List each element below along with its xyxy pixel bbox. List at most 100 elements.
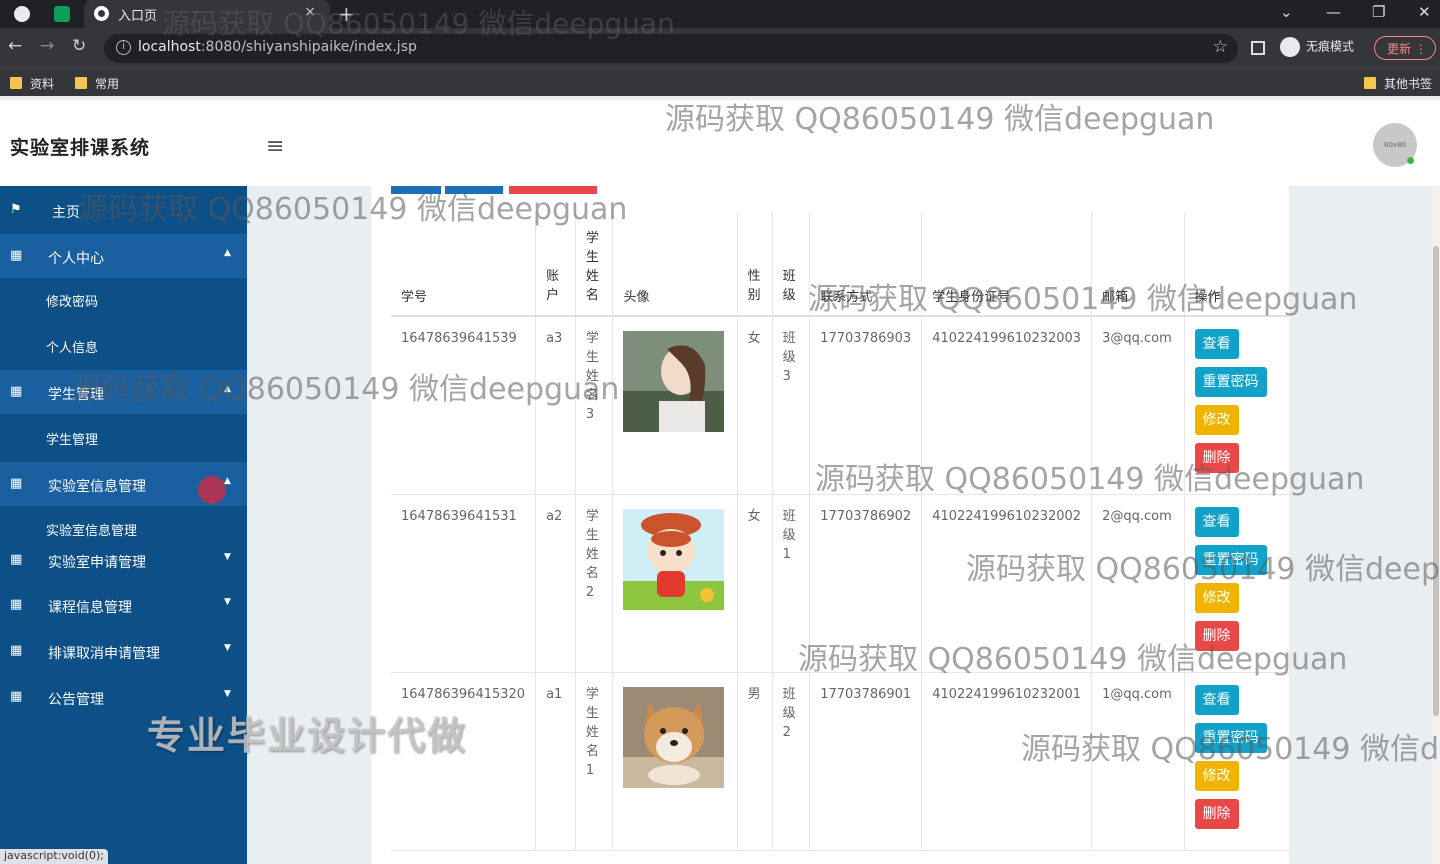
other-bookmarks[interactable]: 其他书签 xyxy=(1364,75,1432,92)
watermark-clip: 源码获取 QQ86050149 微信deepguan xyxy=(1021,724,1440,766)
toolbar-button-edge[interactable] xyxy=(391,186,441,194)
mouse-cursor-highlight xyxy=(198,476,226,504)
sidebar-item-student-management[interactable]: ▦ 学生管理 ▲ xyxy=(0,370,247,414)
active-tab[interactable]: 入口页 × xyxy=(84,0,330,28)
sidebar-item-lab-application[interactable]: ▦ 实验室申请管理 ▼ xyxy=(0,538,247,582)
edit-button[interactable]: 修改 xyxy=(1194,582,1239,613)
sidebar-subitem-change-password[interactable]: 修改密码 xyxy=(0,278,247,322)
cell-student-id: 16478639641539 xyxy=(391,316,537,495)
grid-icon: ▦ xyxy=(10,248,23,263)
forward-icon[interactable]: → xyxy=(40,36,54,56)
student-photo-girl xyxy=(623,331,725,432)
cell-account: a3 xyxy=(535,316,576,495)
cell-phone: 17703786902 xyxy=(809,494,923,673)
tab-close-icon[interactable]: × xyxy=(304,4,316,20)
online-status-dot xyxy=(1407,157,1414,164)
tab-title: 入口页 xyxy=(118,9,158,24)
edit-button[interactable]: 修改 xyxy=(1194,405,1239,435)
sidebar-subitem-student-management[interactable]: 学生管理 xyxy=(0,416,247,460)
cell-phone: 17703786901 xyxy=(809,672,923,851)
delete-button[interactable]: 删除 xyxy=(1194,620,1239,651)
watermark-text: 源码获取 QQ86050149 微信deepguan xyxy=(966,552,1440,586)
cell-avatar xyxy=(612,316,738,495)
toolbar-delete-edge[interactable] xyxy=(509,186,597,194)
cell-class: 班级1 xyxy=(772,494,811,673)
incognito-icon xyxy=(1280,37,1300,57)
delete-button[interactable]: 删除 xyxy=(1194,798,1239,829)
bookmark-folder-ziliao[interactable]: 资料 xyxy=(10,75,54,92)
globe-icon xyxy=(94,6,109,21)
view-button[interactable]: 查看 xyxy=(1194,506,1239,537)
grid-icon: ▦ xyxy=(10,384,23,399)
flag-icon: ⚑ xyxy=(10,202,22,217)
col-class: 班级 xyxy=(772,212,811,317)
caret-up-icon: ▲ xyxy=(224,384,231,394)
sheets-tab-icon[interactable] xyxy=(54,6,70,22)
cell-student-id: 16478639641531 xyxy=(391,494,537,673)
folder-icon xyxy=(1364,77,1376,89)
cell-account: a2 xyxy=(535,494,576,673)
cell-actions: 查看 重置密码 修改 删除 xyxy=(1184,316,1289,495)
incognito-indicator[interactable]: 无痕模式 xyxy=(1280,37,1354,57)
toolbar-button-edge[interactable] xyxy=(445,186,503,194)
app-title: 实验室排课系统 xyxy=(10,137,151,159)
delete-button[interactable]: 删除 xyxy=(1194,443,1239,473)
bookmarks-bar: 资料 常用 其他书签 xyxy=(0,68,1440,96)
col-phone: 联系方式 xyxy=(809,212,923,317)
sidebar-item-label: 排课取消申请管理 xyxy=(48,646,160,662)
grid-icon: ▦ xyxy=(10,597,23,612)
bookmark-folder-changyong[interactable]: 常用 xyxy=(75,75,119,92)
cell-avatar xyxy=(612,494,738,673)
new-tab-button[interactable]: + xyxy=(338,2,355,26)
cell-gender: 女 xyxy=(737,316,773,495)
menu-toggle-icon[interactable]: ≡ xyxy=(266,134,284,159)
side-panel-icon[interactable] xyxy=(1251,41,1265,55)
cell-name: 学生姓名3 xyxy=(575,316,614,495)
sidebar-item-home[interactable]: ⚑ 主页 xyxy=(0,188,247,232)
status-bar-link: javascript:void(0); xyxy=(0,849,108,864)
scrollbar-thumb[interactable] xyxy=(1433,246,1439,716)
col-actions: 操作 xyxy=(1184,212,1289,317)
caret-down-icon: ▼ xyxy=(224,552,231,562)
col-name: 学生姓名 xyxy=(575,212,614,317)
student-photo-cartoon xyxy=(623,508,725,610)
grid-icon: ▦ xyxy=(10,643,23,658)
cell-student-id: 164786396415320 xyxy=(391,672,537,851)
bookmark-star-icon[interactable]: ☆ xyxy=(1213,37,1228,57)
sidebar-item-label: 学生管理 xyxy=(48,387,104,403)
reset-password-button[interactable]: 重置密码 xyxy=(1194,367,1267,397)
cell-class: 班级3 xyxy=(772,316,811,495)
sidebar-item-label: 实验室信息管理 xyxy=(48,479,146,495)
sidebar-item-personal-center[interactable]: ▦ 个人中心 ▲ xyxy=(0,234,247,278)
col-gender: 性别 xyxy=(737,212,773,317)
cell-avatar xyxy=(612,672,738,851)
caret-up-icon: ▲ xyxy=(224,248,231,258)
tab-search-icon[interactable]: ⌄ xyxy=(1280,3,1293,21)
sidebar-item-label: 个人中心 xyxy=(48,251,104,267)
site-info-icon[interactable]: i xyxy=(116,40,131,55)
minimize-icon[interactable]: — xyxy=(1326,3,1341,21)
reload-icon[interactable]: ↻ xyxy=(72,36,86,56)
cell-gender: 女 xyxy=(737,494,773,673)
restore-icon[interactable]: ❐ xyxy=(1372,3,1385,21)
cell-account: a1 xyxy=(535,672,576,851)
caret-down-icon: ▼ xyxy=(224,597,231,607)
browser-profile-icon[interactable] xyxy=(14,6,30,22)
sidebar-item-schedule-cancel[interactable]: ▦ 排课取消申请管理 ▼ xyxy=(0,629,247,673)
sidebar-item-label: 课程信息管理 xyxy=(48,600,132,616)
sidebar-item-course-info[interactable]: ▦ 课程信息管理 ▼ xyxy=(0,583,247,627)
update-button[interactable]: 更新 ⋮ xyxy=(1374,36,1436,60)
window-close-icon[interactable]: ✕ xyxy=(1418,3,1431,21)
promo-watermark: 专业毕业设计代做 xyxy=(147,714,468,758)
caret-down-icon: ▼ xyxy=(224,643,231,653)
view-button[interactable]: 查看 xyxy=(1194,329,1239,359)
view-button[interactable]: 查看 xyxy=(1194,684,1239,715)
sidebar-item-label: 公告管理 xyxy=(48,692,104,708)
back-icon[interactable]: ← xyxy=(8,36,22,56)
cell-email: 3@qq.com xyxy=(1091,316,1185,495)
url-field[interactable]: i localhost:8080/shiyanshipaike/index.js… xyxy=(104,34,1238,63)
folder-icon xyxy=(10,77,22,89)
sidebar-subitem-personal-info[interactable]: 个人信息 xyxy=(0,324,247,368)
cell-name: 学生姓名2 xyxy=(575,494,614,673)
address-bar: ← → ↻ i localhost:8080/shiyanshipaike/in… xyxy=(0,28,1440,68)
